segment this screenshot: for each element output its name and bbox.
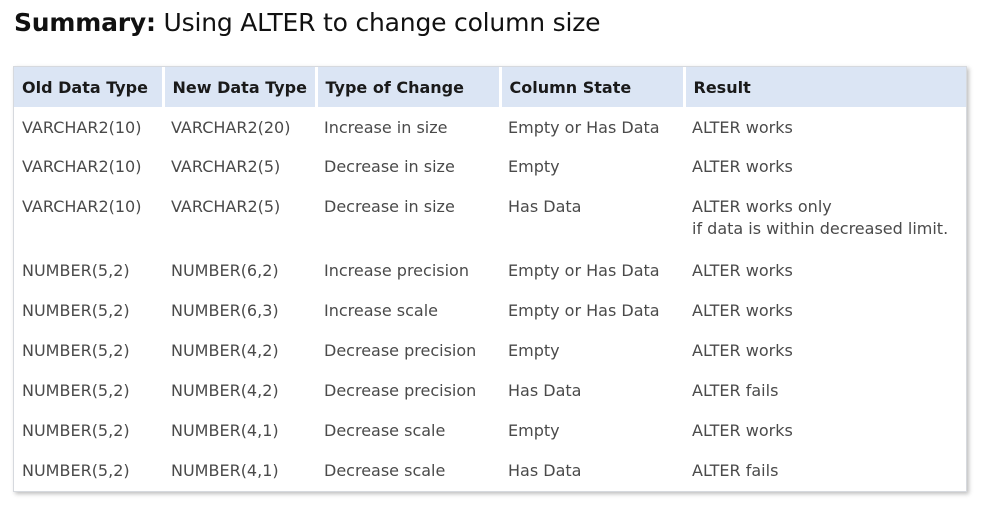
cell-new-type: VARCHAR2(5) (171, 157, 281, 176)
table-row: VARCHAR2(10) VARCHAR2(5) Decrease in siz… (14, 147, 966, 187)
header-result: Result (684, 67, 966, 107)
cell-new-type: NUMBER(4,1) (171, 421, 279, 440)
cell-old-type: NUMBER(5,2) (22, 301, 130, 320)
table-row: NUMBER(5,2) NUMBER(4,2) Decrease precisi… (14, 371, 966, 411)
cell-new-type: NUMBER(6,3) (171, 301, 279, 320)
cell-result: ALTER fails (684, 451, 966, 491)
cell-result: ALTER works (684, 331, 966, 371)
result-note: if data is within decreased limit. (692, 219, 949, 238)
title-text: Using ALTER to change column size (155, 8, 601, 37)
cell-old-type: VARCHAR2(10) (22, 197, 142, 216)
cell-change: Increase precision (324, 261, 469, 280)
table-row: NUMBER(5,2) NUMBER(4,1) Decrease scale E… (14, 411, 966, 451)
table-row: VARCHAR2(10) VARCHAR2(20) Increase in si… (14, 107, 966, 147)
cell-change: Decrease precision (324, 341, 477, 360)
header-column-state: Column State (500, 67, 686, 107)
cell-new-type: NUMBER(4,2) (171, 381, 279, 400)
cell-new-type: VARCHAR2(5) (171, 197, 281, 216)
result-text: ALTER works (692, 341, 793, 360)
cell-old-type: NUMBER(5,2) (22, 421, 130, 440)
table-row: VARCHAR2(10) VARCHAR2(5) Decrease in siz… (14, 187, 966, 251)
cell-old-type: VARCHAR2(10) (22, 157, 142, 176)
cell-change: Decrease scale (324, 461, 446, 480)
cell-state: Empty (508, 341, 560, 360)
cell-change: Decrease scale (324, 421, 446, 440)
cell-change: Decrease precision (324, 381, 477, 400)
table-row: NUMBER(5,2) NUMBER(4,1) Decrease scale H… (14, 451, 966, 491)
result-text: ALTER works only (692, 197, 832, 216)
cell-state: Has Data (508, 461, 582, 480)
cell-result: ALTER works (684, 251, 966, 291)
cell-old-type: VARCHAR2(10) (22, 118, 142, 137)
cell-result: ALTER works (684, 291, 966, 331)
cell-new-type: NUMBER(6,2) (171, 261, 279, 280)
cell-new-type: VARCHAR2(20) (171, 118, 291, 137)
header-new-data-type: New Data Type (163, 67, 318, 107)
cell-new-type: NUMBER(4,1) (171, 461, 279, 480)
header-old-data-type: Old Data Type (14, 67, 165, 107)
cell-state: Empty or Has Data (508, 301, 660, 320)
cell-result: ALTER fails (684, 371, 966, 411)
cell-result: ALTER works (684, 107, 966, 147)
result-text: ALTER works (692, 118, 793, 137)
title-prefix: Summary: (14, 8, 156, 37)
result-text: ALTER works (692, 157, 793, 176)
cell-change: Decrease in size (324, 197, 455, 216)
header-type-of-change: Type of Change (316, 67, 502, 107)
cell-old-type: NUMBER(5,2) (22, 381, 130, 400)
cell-new-type: NUMBER(4,2) (171, 341, 279, 360)
result-text: ALTER works (692, 261, 793, 280)
result-text: ALTER works (692, 301, 793, 320)
cell-result: ALTER works only if data is within decre… (684, 187, 966, 251)
cell-change: Increase in size (324, 118, 448, 137)
cell-state: Empty or Has Data (508, 118, 660, 137)
cell-state: Empty (508, 157, 560, 176)
cell-result: ALTER works (684, 411, 966, 451)
cell-state: Has Data (508, 381, 582, 400)
summary-table: Old Data Type New Data Type Type of Chan… (14, 67, 966, 491)
table-row: NUMBER(5,2) NUMBER(6,2) Increase precisi… (14, 251, 966, 291)
cell-change: Increase scale (324, 301, 439, 320)
summary-table-container: Old Data Type New Data Type Type of Chan… (13, 66, 967, 492)
cell-state: Empty or Has Data (508, 261, 660, 280)
cell-state: Empty (508, 421, 560, 440)
result-text: ALTER fails (692, 461, 779, 480)
cell-state: Has Data (508, 197, 582, 216)
page-title: Summary: Using ALTER to change column si… (14, 8, 600, 37)
table-row: NUMBER(5,2) NUMBER(6,3) Increase scale E… (14, 291, 966, 331)
table-header-row: Old Data Type New Data Type Type of Chan… (14, 67, 966, 107)
result-text: ALTER fails (692, 381, 779, 400)
cell-result: ALTER works (684, 147, 966, 187)
cell-old-type: NUMBER(5,2) (22, 261, 130, 280)
cell-change: Decrease in size (324, 157, 455, 176)
result-text: ALTER works (692, 421, 793, 440)
cell-old-type: NUMBER(5,2) (22, 341, 130, 360)
cell-old-type: NUMBER(5,2) (22, 461, 130, 480)
table-row: NUMBER(5,2) NUMBER(4,2) Decrease precisi… (14, 331, 966, 371)
